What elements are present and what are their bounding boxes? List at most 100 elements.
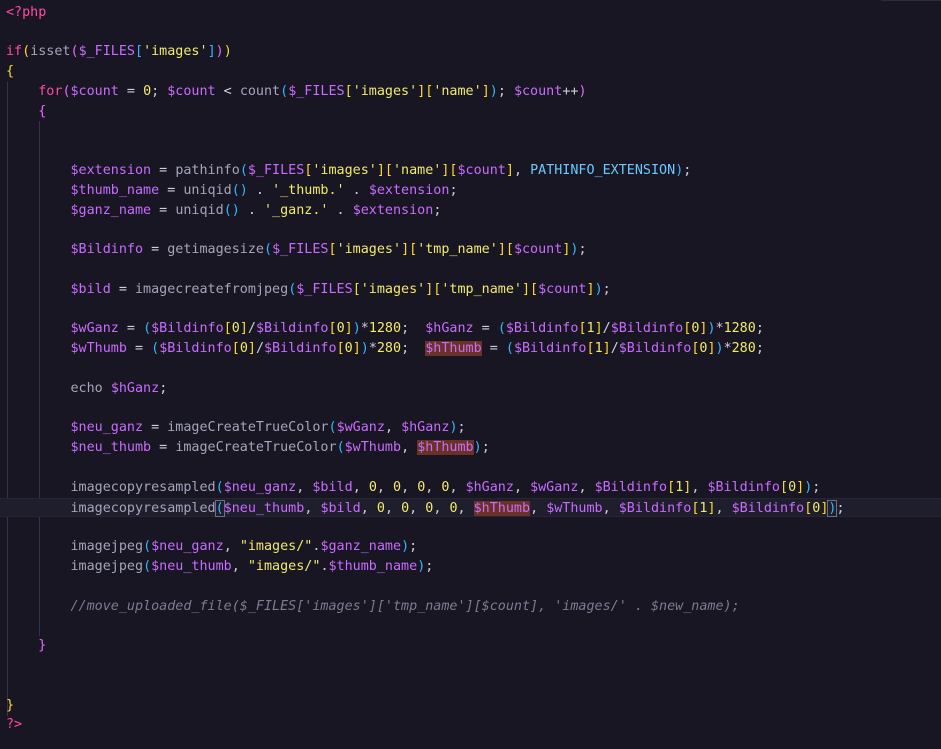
- code-line[interactable]: imagecopyresampled($neu_thumb, $bild, 0,…: [0, 497, 941, 518]
- code-line[interactable]: {: [0, 102, 941, 122]
- code-line[interactable]: }: [0, 636, 941, 656]
- code-line[interactable]: ?>: [0, 715, 941, 735]
- code-line[interactable]: $neu_thumb = imageCreateTrueColor($wThum…: [0, 438, 941, 458]
- code-token: ): [352, 321, 361, 337]
- code-token: ]: [344, 321, 353, 337]
- code-line[interactable]: <?php: [0, 3, 941, 23]
- code-token: ): [489, 83, 498, 99]
- code-token: ][: [401, 242, 418, 258]
- code-token: ;: [578, 242, 587, 258]
- code-line[interactable]: [0, 220, 941, 240]
- code-token: ,: [425, 479, 442, 495]
- code-line[interactable]: imagejpeg($neu_thumb, "images/".$thumb_n…: [0, 557, 941, 577]
- code-line[interactable]: [0, 399, 941, 419]
- code-line[interactable]: echo $hGanz;: [0, 379, 941, 399]
- code-line[interactable]: [0, 359, 941, 379]
- code-token: [: [336, 341, 345, 357]
- code-line[interactable]: [0, 517, 941, 537]
- code-line[interactable]: imagejpeg($neu_ganz, "images/".$ganz_nam…: [0, 537, 941, 557]
- code-token: }: [38, 638, 47, 654]
- code-line[interactable]: [0, 141, 941, 161]
- code-line[interactable]: {: [0, 62, 941, 82]
- code-line-text: $neu_ganz = imageCreateTrueColor($wGanz,…: [6, 418, 466, 438]
- code-token: ): [707, 321, 716, 337]
- code-line[interactable]: $thumb_name = uniqid() . '_thumb.' . $ex…: [0, 181, 941, 201]
- code-token: isset: [30, 44, 71, 60]
- code-line[interactable]: [0, 656, 941, 676]
- code-token: 0: [143, 83, 152, 99]
- code-token: 0: [393, 479, 402, 495]
- code-token: (: [328, 420, 337, 436]
- code-line[interactable]: for($count = 0; $count < count($_FILES['…: [0, 82, 941, 102]
- code-token: $thumb_name: [328, 558, 418, 574]
- code-line[interactable]: [0, 121, 941, 141]
- code-line[interactable]: [0, 577, 941, 597]
- code-token: =: [118, 321, 144, 337]
- code-token: .: [247, 182, 273, 198]
- code-line[interactable]: //move_uploaded_file($_FILES['images']['…: [0, 597, 941, 617]
- code-line[interactable]: $Bildinfo = getimagesize($_FILES['images…: [0, 240, 941, 260]
- code-line[interactable]: [0, 616, 941, 636]
- code-line-text: $wGanz = ($Bildinfo[0]/$Bildinfo[0])*128…: [6, 319, 764, 339]
- code-line[interactable]: [0, 458, 941, 478]
- code-line[interactable]: $wGanz = ($Bildinfo[0]/$Bildinfo[0])*128…: [0, 319, 941, 339]
- code-token: $Bildinfo: [610, 321, 684, 337]
- code-token: =: [151, 162, 176, 178]
- code-token: (: [22, 44, 31, 60]
- code-token: $Bildinfo: [505, 321, 579, 337]
- code-token: $neu_thumb: [70, 440, 152, 456]
- code-token: {: [38, 103, 47, 119]
- code-token: ;: [401, 321, 426, 337]
- code-token: ][: [522, 281, 539, 297]
- code-token: }: [6, 697, 15, 713]
- code-token: (: [151, 341, 160, 357]
- code-line-text: }: [6, 636, 46, 656]
- code-token: 0: [449, 500, 458, 516]
- code-line[interactable]: [0, 300, 941, 320]
- code-token: 0: [788, 479, 797, 495]
- code-token: ]: [586, 281, 595, 297]
- code-token: $extension: [352, 202, 434, 218]
- code-token: ): [578, 83, 587, 99]
- code-line[interactable]: $bild = imagecreatefromjpeg($_FILES['ima…: [0, 280, 941, 300]
- code-token: $wThumb: [546, 500, 603, 516]
- code-token: (: [264, 242, 273, 258]
- code-line[interactable]: $wThumb = ($Bildinfo[0]/$Bildinfo[0])*28…: [0, 339, 941, 359]
- code-token: ++: [562, 83, 579, 99]
- code-line[interactable]: [0, 260, 941, 280]
- code-token: $_FILES: [78, 44, 135, 60]
- code-token: ,: [457, 500, 474, 516]
- code-token: ]: [247, 341, 256, 357]
- code-token: 'images': [336, 242, 402, 258]
- code-line[interactable]: $ganz_name = uniqid() . '_ganz.' . $exte…: [0, 201, 941, 221]
- code-token: (: [214, 499, 225, 517]
- code-token: ;: [755, 341, 764, 357]
- code-token: [: [780, 479, 789, 495]
- code-token: $Bildinfo: [151, 321, 224, 337]
- code-editor[interactable]: <?php if(isset($_FILES['images'])){ for($…: [0, 0, 941, 749]
- code-token: .: [328, 202, 353, 218]
- code-line[interactable]: }: [0, 696, 941, 716]
- code-token: ): [215, 44, 224, 60]
- code-line[interactable]: $extension = pathinfo($_FILES['images'][…: [0, 161, 941, 181]
- code-line-text: <?php: [6, 3, 46, 23]
- code-token: (): [223, 202, 240, 218]
- code-token: ;: [151, 83, 168, 99]
- code-token: $neu_ganz: [151, 539, 224, 555]
- code-token: .: [344, 182, 369, 198]
- code-token: $wGanz: [70, 321, 119, 337]
- code-line[interactable]: [0, 676, 941, 696]
- code-line[interactable]: imagecopyresampled($neu_ganz, $bild, 0, …: [0, 478, 941, 498]
- code-token: ,: [449, 479, 466, 495]
- code-token: ,: [296, 479, 313, 495]
- code-token: [: [231, 341, 240, 357]
- code-line[interactable]: [0, 22, 941, 42]
- code-token: ][: [376, 162, 393, 178]
- code-token: $_FILES: [247, 162, 305, 178]
- code-line[interactable]: if(isset($_FILES['images'])): [0, 42, 941, 62]
- code-line[interactable]: $neu_ganz = imageCreateTrueColor($wGanz,…: [0, 418, 941, 438]
